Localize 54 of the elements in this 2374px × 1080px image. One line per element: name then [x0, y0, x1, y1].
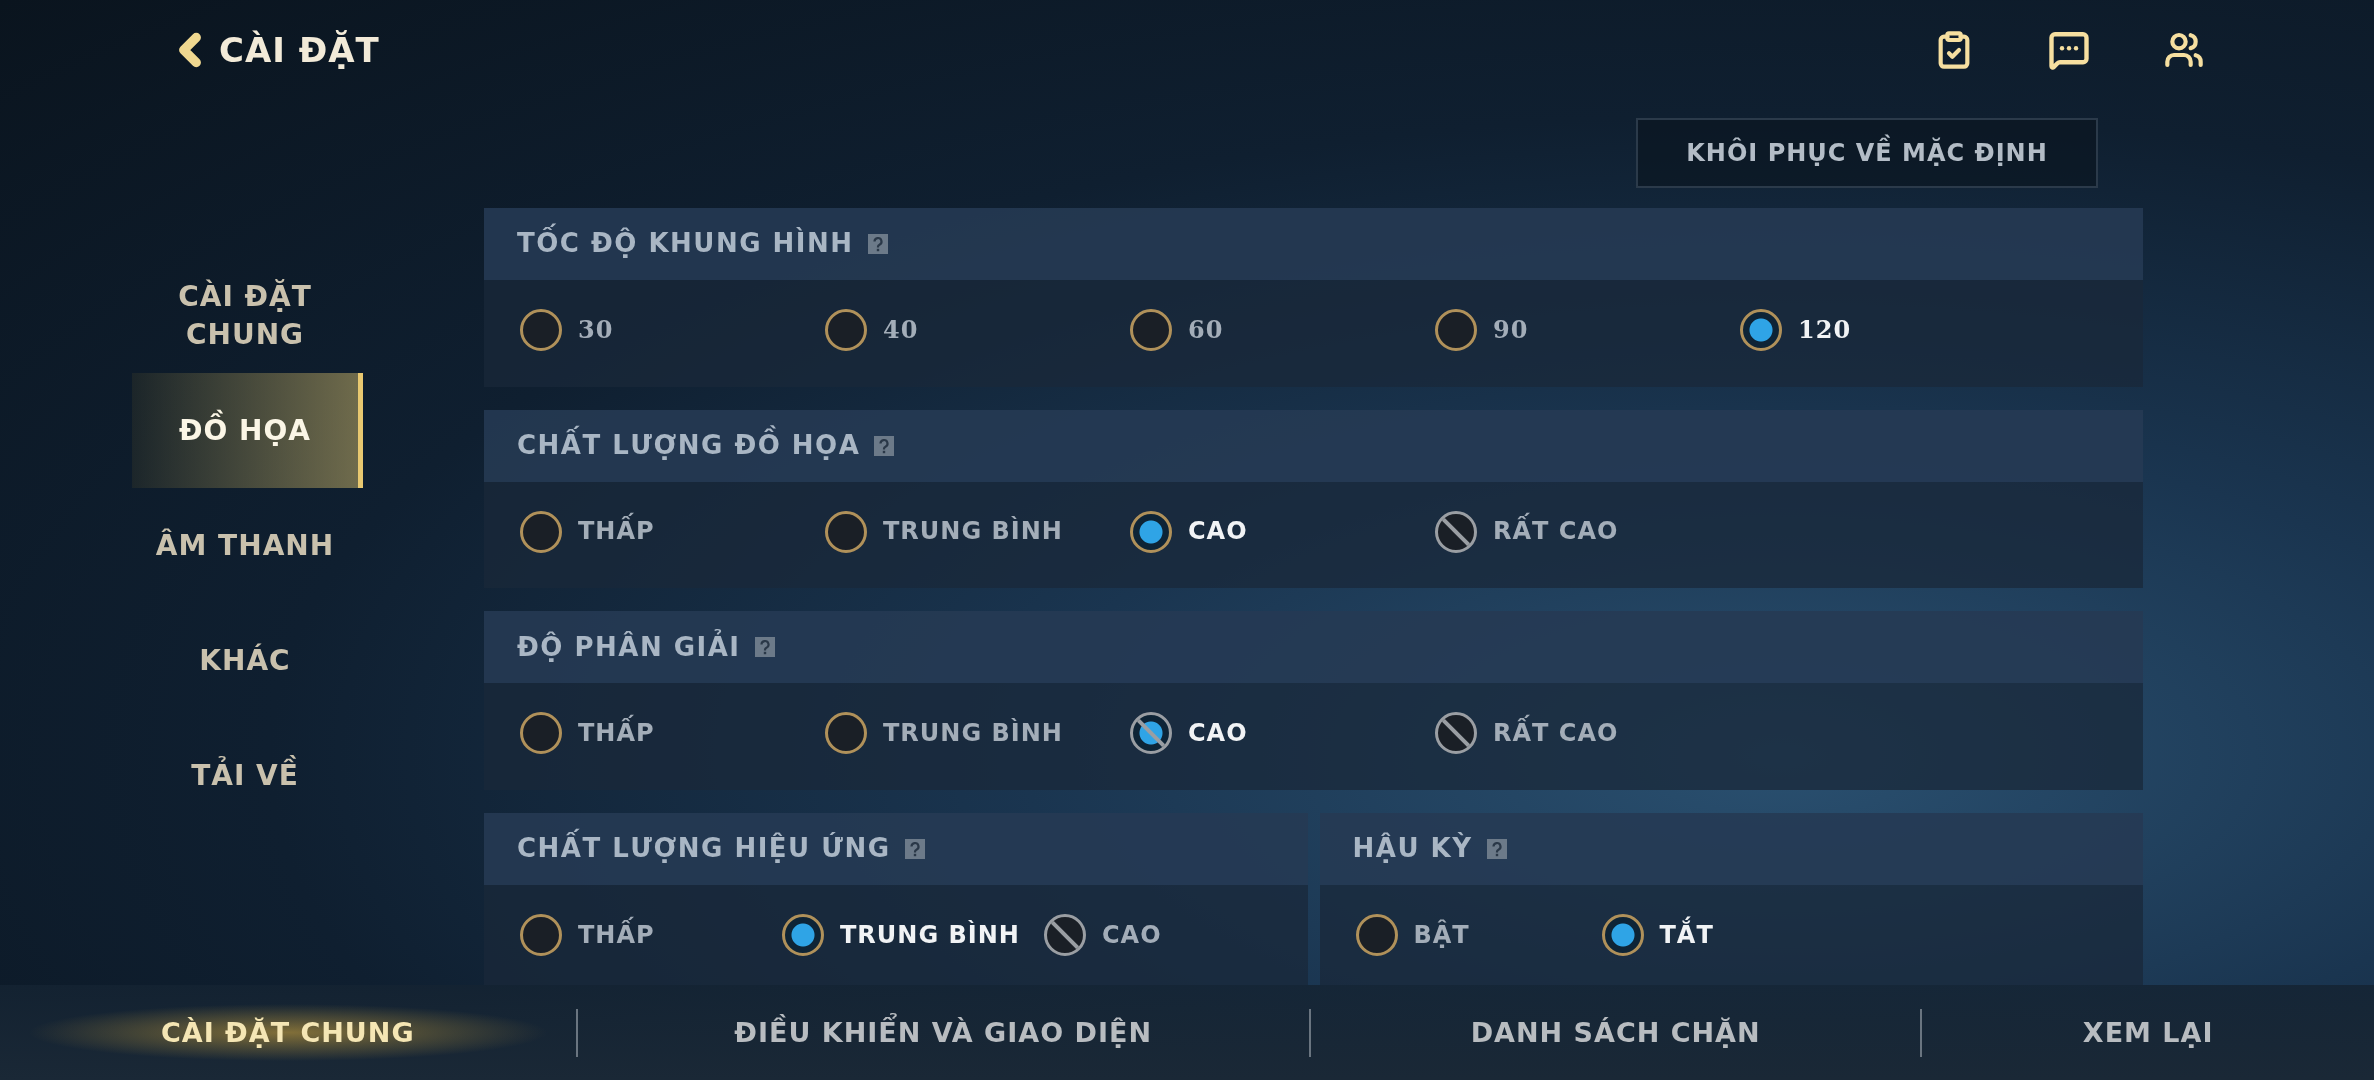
radio-button[interactable] — [1130, 309, 1172, 351]
option-label: TẮT — [1659, 915, 1714, 955]
radio-button[interactable] — [825, 510, 867, 553]
sidebar-item[interactable]: CÀI ĐẶT CHUNG — [132, 258, 363, 373]
option-label: CAO — [1188, 718, 1248, 750]
sidebar-item[interactable]: ĐỒ HỌA — [132, 373, 363, 488]
help-icon[interactable] — [904, 839, 925, 859]
bottom-tab[interactable]: DANH SÁCH CHẶN — [1310, 985, 1921, 1080]
back-button[interactable]: CÀI ĐẶT — [165, 25, 380, 75]
section-title: HẬU KỲ — [1352, 831, 1473, 866]
help-icon[interactable] — [874, 435, 895, 456]
section-title: ĐỘ PHÂN GIẢI — [517, 628, 741, 664]
radio-button[interactable] — [1355, 914, 1398, 956]
radio-button[interactable] — [782, 914, 824, 956]
radio-button[interactable] — [1130, 510, 1172, 553]
radio-button[interactable] — [825, 712, 867, 755]
radio-button[interactable] — [1435, 309, 1477, 351]
option-label: 40 — [883, 313, 919, 346]
help-icon[interactable] — [1486, 839, 1507, 859]
option-label: TRUNG BÌNH — [883, 515, 1063, 548]
section-title: CHẤT LƯỢNG ĐỒ HỌA — [517, 424, 861, 467]
bottom-tab[interactable]: XEM LẠI — [1922, 985, 2374, 1080]
option-label: RẤT CAO — [1493, 512, 1619, 551]
sidebar-item[interactable]: ÂM THANH — [132, 488, 363, 603]
bottom-tab[interactable]: ĐIỀU KHIỂN VÀ GIAO DIỆN — [577, 985, 1309, 1080]
option-label: THẤP — [578, 714, 655, 753]
sidebar-item[interactable]: TẢI VỀ — [132, 718, 363, 833]
radio-button[interactable] — [520, 309, 562, 351]
option-label: CAO — [1188, 516, 1248, 548]
radio-button[interactable] — [1740, 309, 1782, 351]
radio-button[interactable] — [520, 712, 562, 755]
option-label: TRUNG BÌNH — [883, 717, 1063, 750]
radio-button[interactable] — [825, 309, 867, 351]
option-label: 120 — [1798, 313, 1852, 346]
option-label: BẬT — [1413, 918, 1470, 951]
section-title: TỐC ĐỘ KHUNG HÌNH — [517, 223, 854, 265]
sidebar-item[interactable]: KHÁC — [132, 603, 363, 718]
option-label: CAO — [1102, 919, 1162, 951]
restore-defaults-button[interactable]: KHÔI PHỤC VỀ MẶC ĐỊNH — [1636, 118, 2098, 188]
friends-icon[interactable] — [2164, 30, 2204, 70]
chat-icon[interactable] — [2048, 29, 2090, 71]
radio-button[interactable] — [520, 914, 562, 956]
option-label: THẤP — [578, 915, 655, 955]
help-icon[interactable] — [867, 234, 888, 254]
radio-button[interactable] — [1601, 914, 1644, 956]
radio-button[interactable] — [520, 510, 562, 553]
option-label: THẤP — [578, 512, 655, 551]
option-label: RẤT CAO — [1493, 714, 1619, 753]
help-icon[interactable] — [754, 637, 775, 658]
option-label: TRUNG BÌNH — [840, 919, 1020, 951]
option-label: 30 — [578, 313, 614, 346]
section-title: CHẤT LƯỢNG HIỆU ỨNG — [517, 828, 891, 870]
option-label: 60 — [1188, 313, 1224, 346]
option-label: 90 — [1493, 313, 1529, 346]
